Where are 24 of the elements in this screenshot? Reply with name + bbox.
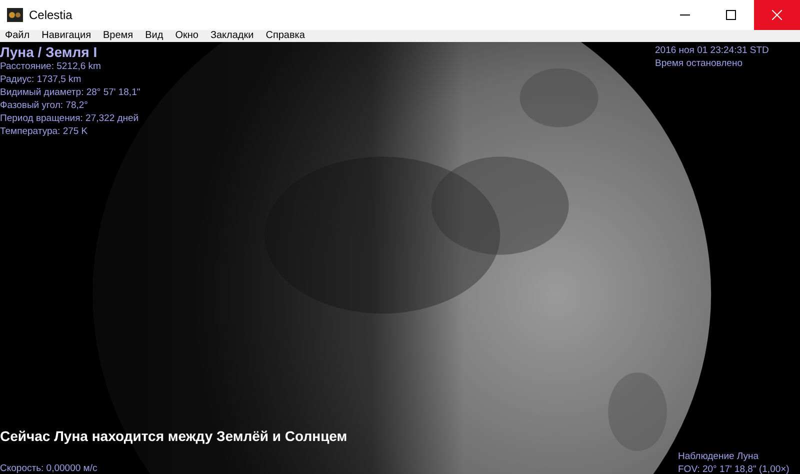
menu-item[interactable]: Закладки (210, 30, 254, 40)
maximize-icon (726, 10, 736, 20)
info-line: Температура: 275 K (0, 125, 89, 138)
speed-readout: Скорость: 0,00000 м/с (0, 462, 98, 474)
fov-readout: FOV: 20° 17' 18,8" (1,00×) (678, 463, 790, 474)
info-line: Расстояние: 5212,6 km (0, 60, 102, 73)
menu-item[interactable]: Время (103, 30, 134, 40)
info-line: Радиус: 1737,5 km (0, 73, 82, 86)
window-title: Celestia (29, 8, 72, 22)
info-line: Фазовый угол: 78,2° (0, 99, 89, 112)
menu-item[interactable]: Вид (145, 30, 164, 40)
date-time: 2016 ноя 01 23:24:31 STD (655, 44, 769, 57)
menu-item[interactable]: Файл (5, 30, 30, 40)
menu-item[interactable]: Навигация (42, 30, 91, 40)
menu-item[interactable]: Окно (175, 30, 198, 40)
status-message: Сейчас Луна находится между Землёй и Солнцем (0, 428, 348, 444)
menu-item[interactable]: Справка (266, 30, 305, 40)
view-mode: Наблюдение Луна (678, 450, 760, 463)
info-line: Период вращения: 27,322 дней (0, 112, 140, 125)
info-line: Видимый диаметр: 28° 57' 18,1" (0, 86, 140, 99)
time-status: Время остановлено (655, 57, 744, 70)
app-icon (7, 8, 23, 22)
object-name: Луна / Земля I (0, 44, 98, 60)
close-icon (772, 10, 782, 20)
